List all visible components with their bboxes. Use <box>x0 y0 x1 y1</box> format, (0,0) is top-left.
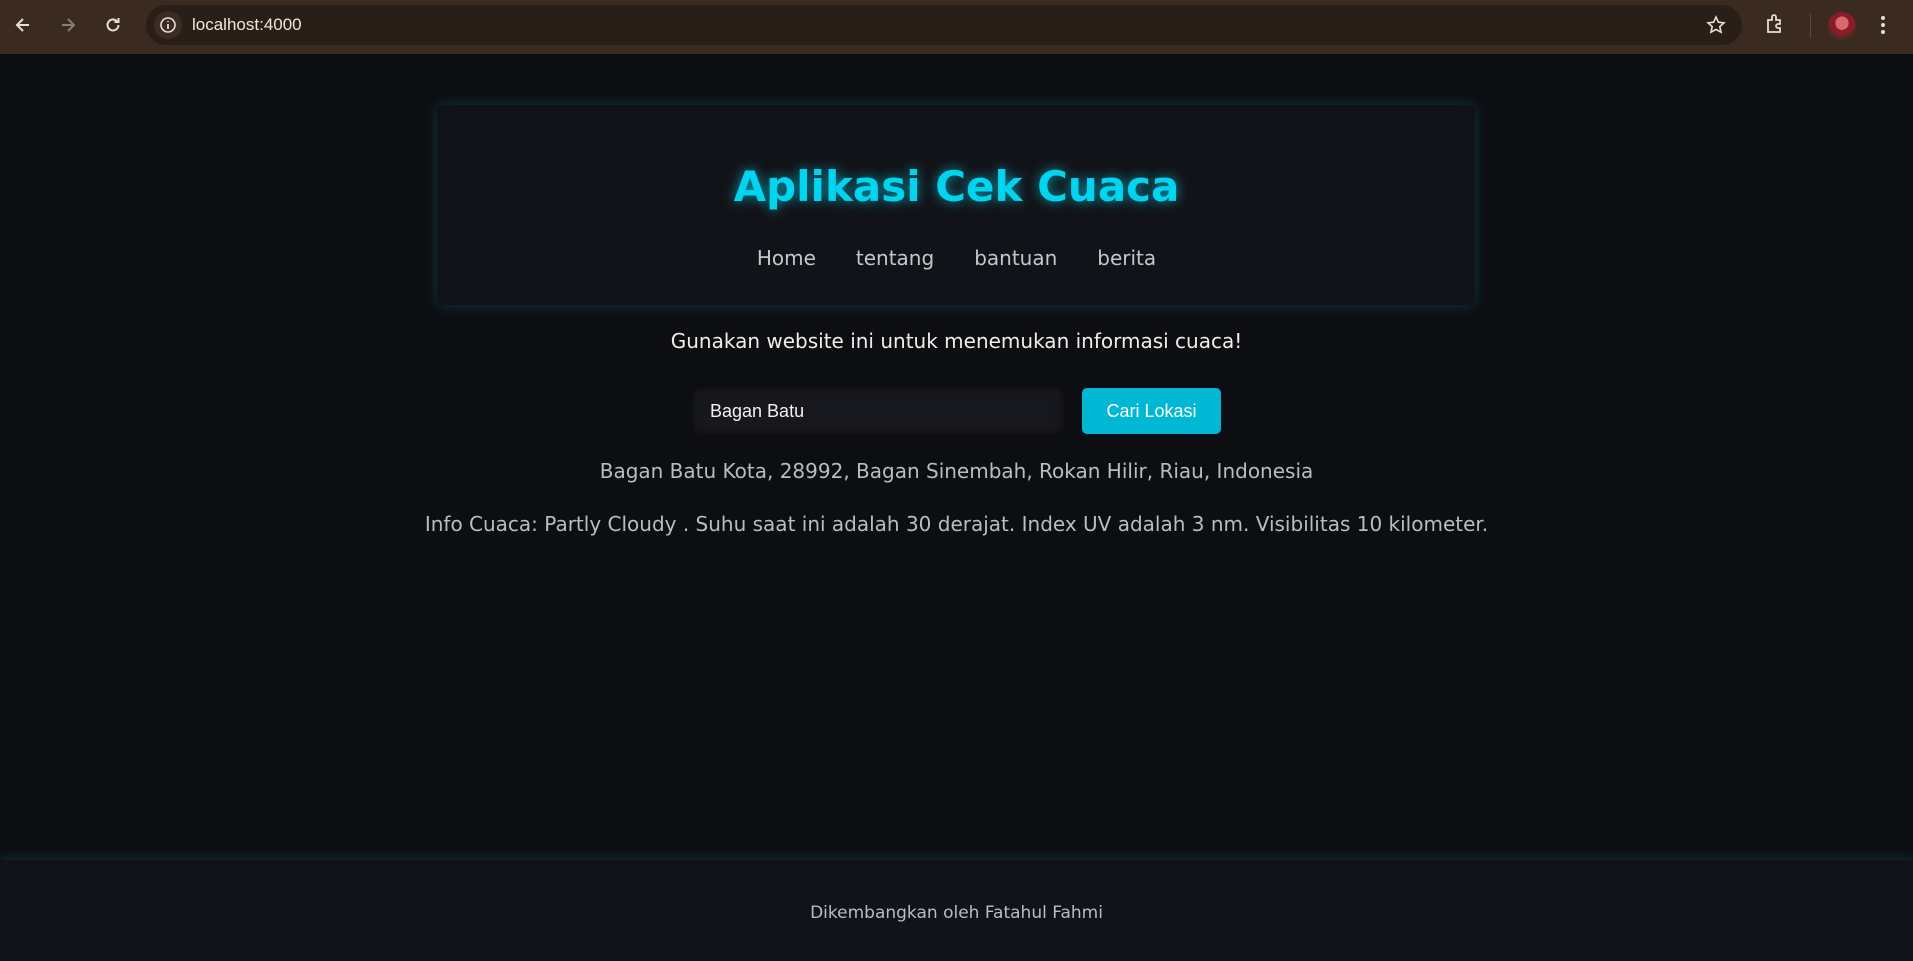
weather-info: Info Cuaca: Partly Cloudy . Suhu saat in… <box>424 512 1489 536</box>
profile-avatar[interactable] <box>1828 12 1856 40</box>
footer-credit: Dikembangkan oleh Fatahul Fahmi <box>810 903 1103 923</box>
url-text: localhost:4000 <box>192 15 302 34</box>
menu-icon[interactable] <box>1878 12 1888 42</box>
site-info-icon[interactable] <box>154 11 182 39</box>
address-bar[interactable]: localhost:4000 <box>146 5 1742 45</box>
back-icon[interactable] <box>8 10 38 40</box>
tagline: Gunakan website ini untuk menemukan info… <box>670 329 1243 353</box>
main-nav: Home tentang bantuan berita <box>0 246 1913 270</box>
nav-link-bantuan[interactable]: bantuan <box>974 246 1057 270</box>
bookmark-star-icon[interactable] <box>1706 15 1726 39</box>
extensions-icon[interactable] <box>1763 12 1787 40</box>
browser-toolbar: localhost:4000 <box>0 0 1913 54</box>
nav-link-berita[interactable]: berita <box>1097 246 1156 270</box>
location-result: Bagan Batu Kota, 28992, Bagan Sinembah, … <box>599 459 1314 483</box>
forward-icon[interactable] <box>53 10 83 40</box>
nav-link-tentang[interactable]: tentang <box>856 246 934 270</box>
toolbar-divider <box>1810 14 1811 38</box>
reload-icon[interactable] <box>98 10 128 40</box>
page-title: Aplikasi Cek Cuaca <box>733 162 1180 211</box>
location-search-input[interactable] <box>692 388 1064 434</box>
search-location-button[interactable]: Cari Lokasi <box>1082 388 1221 434</box>
nav-link-home[interactable]: Home <box>757 246 816 270</box>
